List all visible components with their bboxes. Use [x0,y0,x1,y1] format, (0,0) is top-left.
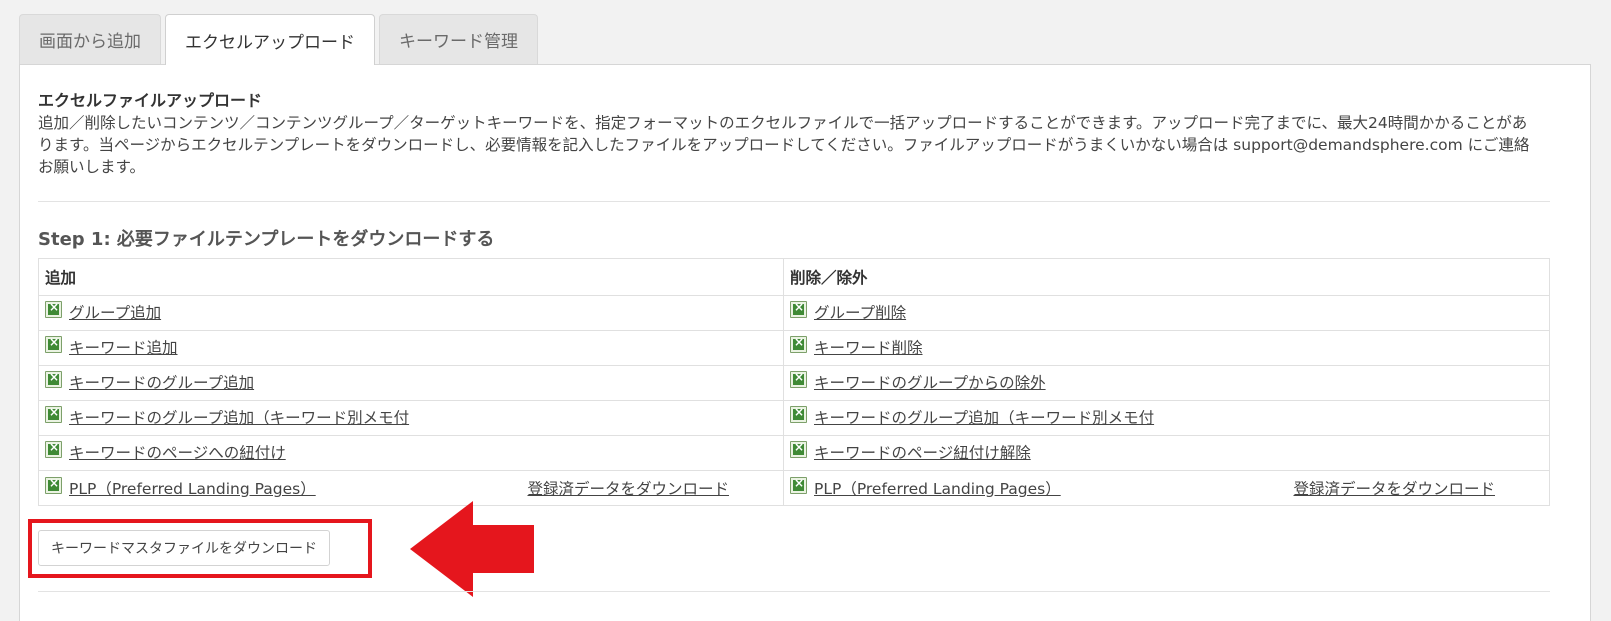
column-header-add: 追加 [38,258,784,296]
tab-excel-upload[interactable]: エクセルアップロード [165,14,375,65]
template-link[interactable]: PLP（Preferred Landing Pages） [45,476,316,499]
table-cell: キーワードのページ紐付け解除 [783,435,1550,471]
template-link[interactable]: キーワードのグループからの除外 [790,370,1046,393]
table-cell: キーワードのグループ追加 [38,365,784,401]
template-link-label[interactable]: PLP（Preferred Landing Pages） [814,477,1061,499]
table-cell: PLP（Preferred Landing Pages） 登録済データをダウンロ… [783,470,1550,506]
excel-file-icon [45,335,62,353]
step1-title: Step 1: 必要ファイルテンプレートをダウンロードする [38,229,495,250]
divider [38,591,1550,592]
template-link-label[interactable]: キーワード削除 [814,336,923,358]
table-cell: キーワードのグループ追加（キーワード別メモ付 [783,400,1550,436]
section-description: 追加／削除したいコンテンツ／コンテンツグループ／ターゲットキーワードを、指定フォ… [38,114,1530,176]
template-link-label[interactable]: キーワードのグループ追加 [69,371,254,393]
table-row: キーワード追加 キーワード削除 [38,330,1550,366]
download-keyword-master-button[interactable]: キーワードマスタファイルをダウンロード [38,530,330,566]
template-link[interactable]: キーワードのグループ追加（キーワード別メモ付 [790,405,1154,428]
table-cell: グループ削除 [783,295,1550,331]
template-link-label[interactable]: キーワードのページへの紐付け [69,441,286,463]
download-registered-data-link[interactable]: 登録済データをダウンロード [527,477,729,499]
template-link-label[interactable]: グループ削除 [814,301,906,323]
excel-file-icon [790,300,807,318]
column-header-remove: 削除／除外 [783,258,1550,296]
template-link[interactable]: キーワードのページ紐付け解除 [790,440,1031,463]
template-link[interactable]: グループ追加 [45,300,161,323]
table-cell: キーワード削除 [783,330,1550,366]
template-link-label[interactable]: キーワードのグループ追加（キーワード別メモ付 [814,406,1154,428]
excel-file-icon [45,440,62,458]
excel-file-icon [45,405,62,423]
tab-add-from-screen[interactable]: 画面から追加 [19,14,161,64]
table-row: PLP（Preferred Landing Pages） 登録済データをダウンロ… [38,470,1550,506]
table-row: グループ追加 グループ削除 [38,295,1550,331]
excel-upload-panel: エクセルファイルアップロード 追加／削除したいコンテンツ／コンテンツグループ／タ… [19,64,1591,621]
template-link-label[interactable]: キーワード追加 [69,336,178,358]
plp-cell: PLP（Preferred Landing Pages） 登録済データをダウンロ… [45,476,777,499]
table-cell: キーワード追加 [38,330,784,366]
template-link[interactable]: キーワードのページへの紐付け [45,440,286,463]
table-row: キーワードのグループ追加 キーワードのグループからの除外 [38,365,1550,401]
section-title: エクセルファイルアップロード [38,91,263,110]
table-cell: グループ追加 [38,295,784,331]
table-cell: キーワードのグループ追加（キーワード別メモ付 [38,400,784,436]
template-table: 追加 削除／除外 グループ追加 グループ削除 キーワード追加 キーワード削除 キ… [38,258,1550,506]
red-arrow-icon [410,501,534,597]
tab-bar: 画面から追加 エクセルアップロード キーワード管理 [19,14,538,65]
template-link[interactable]: キーワード追加 [45,335,178,358]
template-link[interactable]: キーワードのグループ追加（キーワード別メモ付 [45,405,409,428]
table-cell: キーワードのグループからの除外 [783,365,1550,401]
download-registered-data-link[interactable]: 登録済データをダウンロード [1293,477,1495,499]
excel-file-icon [45,370,62,388]
excel-file-icon [790,370,807,388]
template-link-label[interactable]: キーワードのページ紐付け解除 [814,441,1031,463]
excel-file-icon [790,335,807,353]
tab-keyword-management[interactable]: キーワード管理 [379,14,538,64]
template-link-label[interactable]: PLP（Preferred Landing Pages） [69,477,316,499]
template-link[interactable]: グループ削除 [790,300,906,323]
excel-file-icon [790,476,807,494]
template-link[interactable]: キーワードのグループ追加 [45,370,254,393]
excel-file-icon [790,440,807,458]
excel-file-icon [790,405,807,423]
table-row: キーワードのグループ追加（キーワード別メモ付 キーワードのグループ追加（キーワー… [38,400,1550,436]
plp-cell: PLP（Preferred Landing Pages） 登録済データをダウンロ… [790,476,1543,499]
table-cell: キーワードのページへの紐付け [38,435,784,471]
template-link-label[interactable]: キーワードのグループからの除外 [814,371,1046,393]
template-link-label[interactable]: グループ追加 [69,301,161,323]
template-link[interactable]: PLP（Preferred Landing Pages） [790,476,1061,499]
table-header-row: 追加 削除／除外 [38,258,1550,296]
excel-file-icon [45,476,62,494]
excel-file-icon [45,300,62,318]
template-link-label[interactable]: キーワードのグループ追加（キーワード別メモ付 [69,406,409,428]
template-link[interactable]: キーワード削除 [790,335,923,358]
divider [38,201,1550,202]
table-row: キーワードのページへの紐付け キーワードのページ紐付け解除 [38,435,1550,471]
